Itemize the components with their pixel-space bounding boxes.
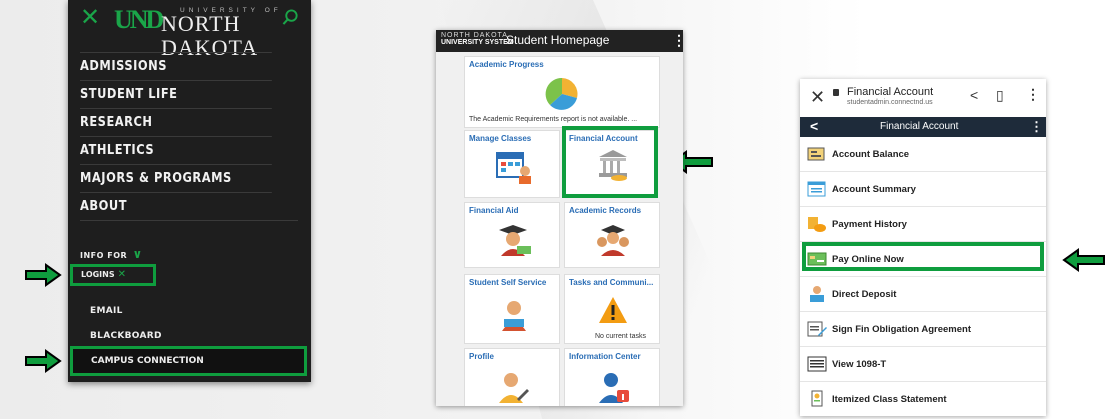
tile-title: Information Center xyxy=(569,352,641,361)
close-icon: ✕ xyxy=(117,269,127,280)
login-link-campus-connection[interactable]: CAMPUS CONNECTION xyxy=(70,346,307,376)
financial-account-menu: Account Balance Account Summary Payment … xyxy=(800,137,1046,416)
tile-title: Profile xyxy=(469,352,494,361)
financial-account-panel: ✕ Financial Account studentadmin.connect… xyxy=(800,79,1046,416)
tile-academic-progress[interactable]: Academic Progress The Academic Requireme… xyxy=(464,56,660,128)
arrow-right-icon xyxy=(25,263,62,287)
warning-icon xyxy=(599,297,627,323)
tile-note: The Academic Requirements report is not … xyxy=(469,116,638,123)
list-item-label: View 1098-T xyxy=(832,358,887,370)
und-logo[interactable]: UND xyxy=(114,6,164,34)
more-options-icon[interactable]: ⋮ xyxy=(1026,86,1040,103)
list-item-label: Payment History xyxy=(832,218,907,230)
pie-chart-icon xyxy=(545,77,578,110)
homepage-header: NORTH DAKOTA UNIVERSITY SYSTEM Student H… xyxy=(436,30,683,52)
tile-title: Academic Records xyxy=(569,206,642,215)
student-homepage-panel: NORTH DAKOTA UNIVERSITY SYSTEM Student H… xyxy=(436,30,683,406)
list-item-payment-history[interactable]: Payment History xyxy=(800,207,1046,242)
tile-title: Manage Classes xyxy=(469,134,532,143)
divider xyxy=(80,220,298,221)
page-title: Student Homepage xyxy=(506,33,610,47)
bookmark-icon[interactable]: ▯ xyxy=(996,87,1004,104)
arrow-right-icon xyxy=(25,349,62,373)
tile-title: Tasks and Communi... xyxy=(569,278,654,287)
sign-document-icon xyxy=(807,321,827,337)
tile-student-self-service[interactable]: Student Self Service xyxy=(464,274,560,344)
logins-label: LOGINS xyxy=(81,270,115,279)
login-link-blackboard[interactable]: BLACKBOARD xyxy=(90,331,162,341)
list-item-account-summary[interactable]: Account Summary xyxy=(800,172,1046,207)
list-item-direct-deposit[interactable]: Direct Deposit xyxy=(800,277,1046,312)
tile-information-center[interactable]: Information Center xyxy=(564,348,660,406)
chevron-down-icon: ∨ xyxy=(132,247,143,261)
und-menu-panel: ✕ UND UNIVERSITY OF NORTH DAKOTA ADMISSI… xyxy=(68,0,311,382)
pay-online-highlight xyxy=(802,242,1044,271)
list-item-label: Itemized Class Statement xyxy=(832,393,947,405)
back-icon[interactable]: < xyxy=(810,118,818,134)
statement-icon xyxy=(811,390,823,407)
graduate-money-icon xyxy=(499,225,531,256)
menu-item-athletics[interactable]: ATHLETICS xyxy=(80,136,272,164)
balance-icon xyxy=(807,147,825,161)
share-icon[interactable]: < xyxy=(970,87,978,103)
menu-item-majors-programs[interactable]: MAJORS & PROGRAMS xyxy=(80,164,272,192)
login-link-email[interactable]: EMAIL xyxy=(90,306,123,316)
close-icon[interactable]: ✕ xyxy=(80,6,100,30)
info-for-toggle[interactable]: INFO FOR ∨ xyxy=(80,247,143,261)
student-reading-icon xyxy=(502,301,526,331)
list-item-label: Account Balance xyxy=(832,148,910,160)
page-title: Financial Account xyxy=(880,121,959,132)
search-icon[interactable] xyxy=(282,9,299,26)
tile-profile[interactable]: Profile xyxy=(464,348,560,406)
browser-page-title: Financial Account xyxy=(847,86,934,98)
nd-system-logo-line1: NORTH DAKOTA xyxy=(441,32,508,39)
list-item-itemized-class-statement[interactable]: Itemized Class Statement xyxy=(800,382,1046,416)
list-item-view-1098t[interactable]: View 1098-T xyxy=(800,347,1046,382)
financial-account-highlight xyxy=(562,126,658,198)
menu-item-research[interactable]: RESEARCH xyxy=(80,108,272,136)
tile-academic-records[interactable]: Academic Records xyxy=(564,202,660,268)
browser-url[interactable]: studentadmin.connectnd.us xyxy=(847,99,933,106)
main-menu: ADMISSIONS STUDENT LIFE RESEARCH ATHLETI… xyxy=(80,52,298,220)
tile-note: No current tasks xyxy=(595,333,646,340)
tile-tasks-communications[interactable]: Tasks and Communi... No current tasks xyxy=(564,274,660,344)
close-icon[interactable]: ✕ xyxy=(810,87,825,108)
tile-title: Academic Progress xyxy=(469,60,544,69)
list-item-label: Account Summary xyxy=(832,183,916,195)
tile-manage-classes[interactable]: Manage Classes xyxy=(464,130,560,198)
form-icon xyxy=(807,356,827,372)
info-for-label: INFO FOR xyxy=(80,251,128,260)
calendar-student-icon xyxy=(496,152,531,184)
tile-financial-aid[interactable]: Financial Aid xyxy=(464,202,560,268)
more-options-icon[interactable]: ⋮ xyxy=(1030,119,1043,135)
summary-icon xyxy=(807,181,826,197)
info-person-icon xyxy=(599,373,629,403)
list-item-sign-fin-obligation[interactable]: Sign Fin Obligation Agreement xyxy=(800,312,1046,347)
payment-history-icon xyxy=(808,217,826,232)
logins-toggle[interactable]: LOGINS ✕ xyxy=(70,264,156,286)
list-item-label: Direct Deposit xyxy=(832,288,897,300)
browser-bar: ✕ Financial Account studentadmin.connect… xyxy=(800,79,1046,117)
menu-item-admissions[interactable]: ADMISSIONS xyxy=(80,52,272,80)
tile-title: Student Self Service xyxy=(469,278,547,287)
arrow-left-icon xyxy=(1062,248,1105,272)
tile-title: Financial Aid xyxy=(469,206,519,215)
profile-edit-icon xyxy=(499,373,529,403)
nd-system-logo-line2: UNIVERSITY SYSTEM xyxy=(441,39,514,46)
more-options-icon[interactable]: ⋮ xyxy=(672,32,683,49)
page-nav-bar: < Financial Account ⋮ xyxy=(800,117,1046,137)
direct-deposit-icon xyxy=(810,286,824,302)
graduates-icon xyxy=(597,225,629,256)
list-item-label: Sign Fin Obligation Agreement xyxy=(832,323,971,335)
menu-item-about[interactable]: ABOUT xyxy=(80,192,272,220)
menu-item-student-life[interactable]: STUDENT LIFE xyxy=(80,80,272,108)
lock-icon xyxy=(833,89,839,96)
list-item-account-balance[interactable]: Account Balance xyxy=(800,137,1046,172)
